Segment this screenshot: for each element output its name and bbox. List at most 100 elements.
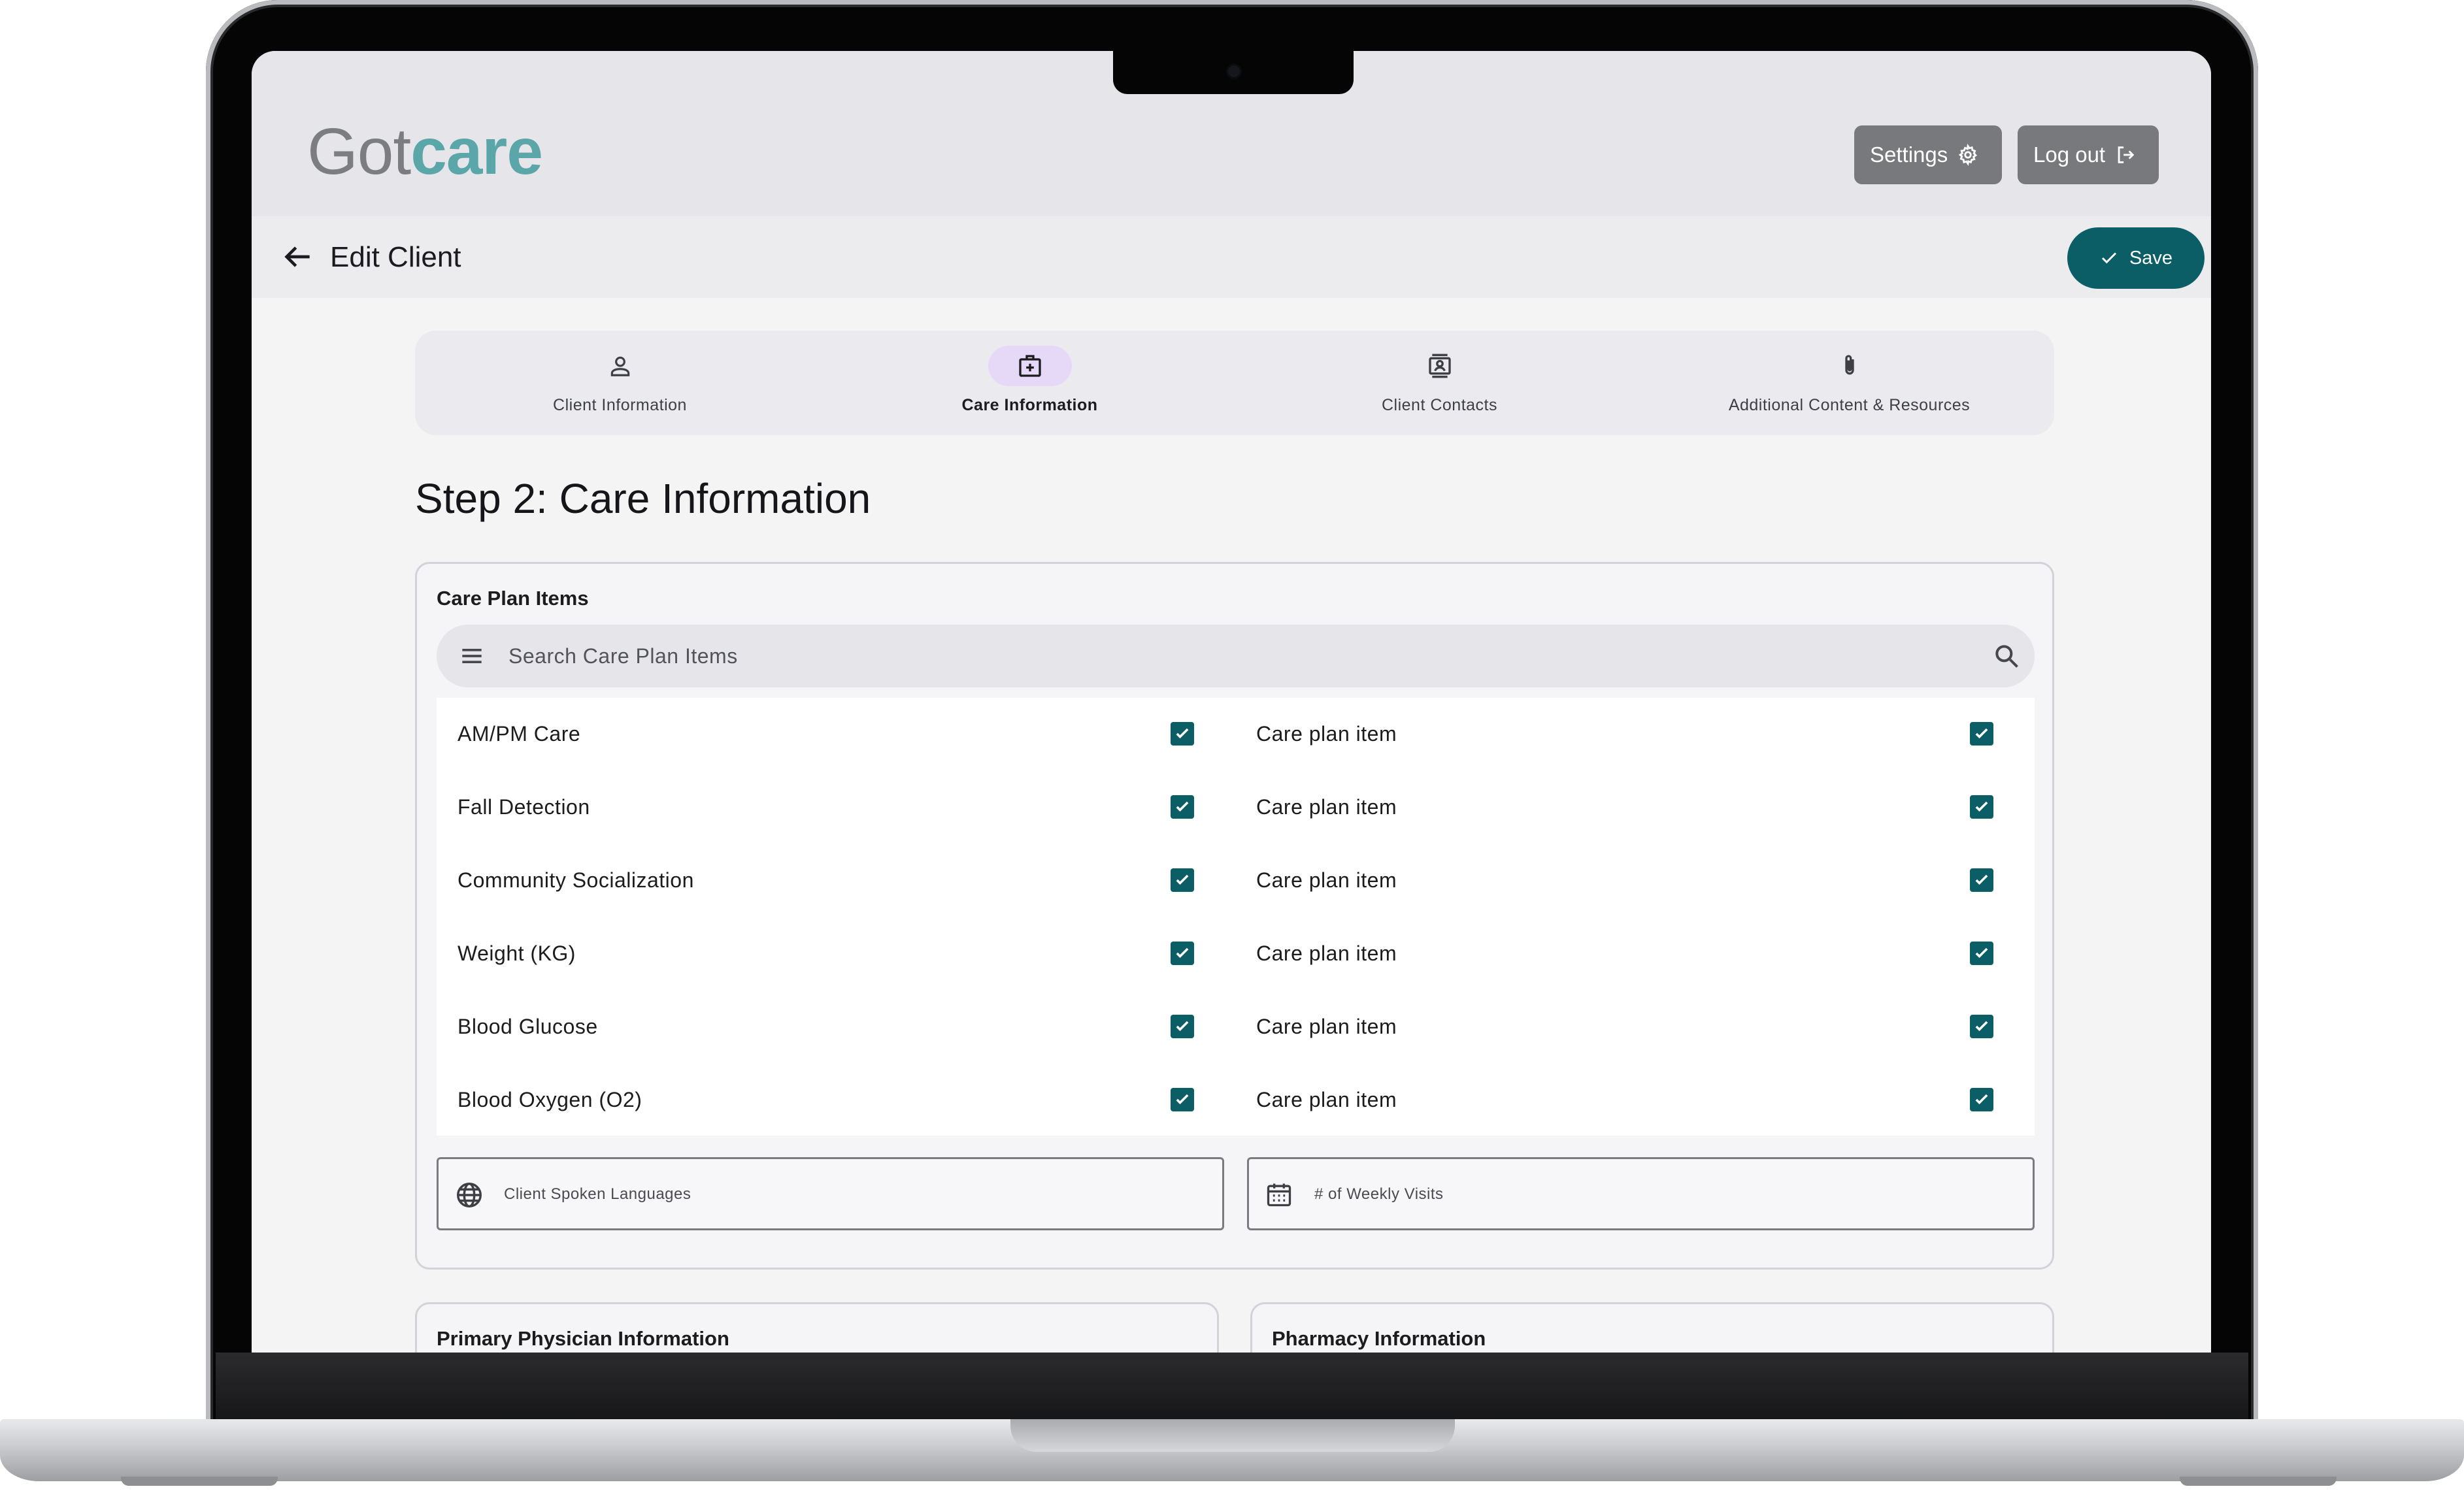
item-label: Care plan item bbox=[1256, 1087, 1397, 1111]
laptop-foot-left bbox=[121, 1477, 278, 1486]
checkbox-checked[interactable] bbox=[1171, 868, 1194, 892]
list-item: AM/PM Care bbox=[458, 711, 580, 757]
laptop-hinge bbox=[216, 1353, 2248, 1428]
tab-icon-container bbox=[1398, 346, 1482, 386]
weekly-visits-field[interactable]: # of Weekly Visits bbox=[1247, 1157, 2035, 1230]
globe-icon bbox=[457, 1183, 482, 1207]
check-icon bbox=[1975, 947, 1988, 959]
tab-label: Additional Content & Resources bbox=[1728, 396, 1971, 414]
checkbox-checked[interactable] bbox=[1171, 942, 1194, 965]
checkbox-checked[interactable] bbox=[1970, 795, 1993, 819]
check-icon bbox=[1176, 1094, 1189, 1105]
checkbox-checked[interactable] bbox=[1970, 942, 1993, 965]
item-label: Care plan item bbox=[1256, 795, 1397, 819]
check-icon bbox=[1975, 874, 1988, 885]
item-label: Weight (KG) bbox=[458, 941, 576, 965]
check-icon bbox=[1975, 1094, 1988, 1105]
logout-icon bbox=[2118, 146, 2135, 163]
list-item: Community Socialization bbox=[458, 857, 694, 903]
list-item: Care plan item bbox=[1256, 784, 1397, 830]
item-label: Care plan item bbox=[1256, 941, 1397, 965]
item-label: Care plan item bbox=[1256, 721, 1397, 746]
settings-label: Settings bbox=[1870, 142, 1948, 167]
menu-icon[interactable] bbox=[458, 642, 486, 670]
search-input[interactable] bbox=[508, 625, 1946, 687]
tab-icon-container bbox=[578, 346, 662, 386]
item-label: Fall Detection bbox=[458, 795, 590, 819]
medical-id-icon bbox=[1019, 355, 1041, 377]
spoken-languages-field[interactable]: Client Spoken Languages bbox=[437, 1157, 1224, 1230]
step-title: Step 2: Care Information bbox=[415, 475, 871, 522]
tab-label: Client Contacts bbox=[1381, 396, 1498, 414]
check-icon bbox=[1975, 728, 1988, 739]
check-icon bbox=[1975, 1021, 1988, 1032]
tab-client-information[interactable]: Client Information bbox=[415, 331, 825, 435]
tab-care-information[interactable]: Care Information bbox=[825, 331, 1235, 435]
app-screen: Gotcare Settings Log out Edit Client Sav… bbox=[252, 51, 2211, 1353]
pharmacy-card: Pharmacy Information bbox=[1250, 1302, 2054, 1353]
checkbox-checked[interactable] bbox=[1171, 1088, 1194, 1111]
check-icon bbox=[1176, 874, 1189, 885]
logout-button[interactable]: Log out bbox=[2018, 125, 2159, 184]
item-label: Community Socialization bbox=[458, 868, 694, 892]
tab-client-contacts[interactable]: Client Contacts bbox=[1235, 331, 1644, 435]
search-icon[interactable] bbox=[1992, 642, 2021, 670]
save-label: Save bbox=[2129, 247, 2173, 269]
tab-label: Client Information bbox=[553, 396, 687, 414]
tab-icon-container bbox=[988, 346, 1072, 386]
primary-physician-card: Primary Physician Information bbox=[415, 1302, 1219, 1353]
checkbox-checked[interactable] bbox=[1970, 1088, 1993, 1111]
care-plan-title: Care Plan Items bbox=[437, 587, 589, 610]
camera-notch bbox=[1113, 51, 1354, 94]
checkbox-checked[interactable] bbox=[1171, 795, 1194, 819]
list-item: Weight (KG) bbox=[458, 930, 576, 976]
tab-additional-content[interactable]: Additional Content & Resources bbox=[1644, 331, 2054, 435]
settings-button[interactable]: Settings bbox=[1854, 125, 2002, 184]
item-label: AM/PM Care bbox=[458, 721, 581, 746]
check-icon bbox=[1176, 728, 1189, 739]
check-icon bbox=[1176, 801, 1189, 812]
care-plan-search bbox=[437, 625, 2035, 687]
checkbox-checked[interactable] bbox=[1171, 1015, 1194, 1038]
check-icon bbox=[2101, 252, 2116, 264]
tab-icon-container bbox=[1808, 346, 1891, 386]
list-item: Care plan item bbox=[1256, 930, 1397, 976]
checkbox-checked[interactable] bbox=[1970, 1015, 1993, 1038]
field-label: # of Weekly Visits bbox=[1314, 1185, 1444, 1203]
step-tabs: Client Information Care Information Clie… bbox=[415, 331, 2054, 435]
checkbox-checked[interactable] bbox=[1970, 868, 1993, 892]
logout-label: Log out bbox=[2033, 142, 2106, 167]
list-item: Care plan item bbox=[1256, 857, 1397, 903]
list-item: Fall Detection bbox=[458, 784, 590, 830]
contacts-icon bbox=[1429, 353, 1451, 378]
checkbox-checked[interactable] bbox=[1970, 722, 1993, 746]
item-label: Blood Glucose bbox=[458, 1014, 598, 1038]
camera-icon bbox=[1228, 65, 1240, 77]
person-icon bbox=[610, 356, 630, 376]
checkbox-checked[interactable] bbox=[1171, 722, 1194, 746]
laptop-opening-notch bbox=[1010, 1419, 1455, 1452]
app-logo: Gotcare bbox=[307, 115, 543, 188]
list-item: Care plan item bbox=[1256, 711, 1397, 757]
pharmacy-title: Pharmacy Information bbox=[1272, 1327, 1486, 1350]
list-item: Blood Glucose bbox=[458, 1004, 598, 1049]
list-item: Blood Oxygen (O2) bbox=[458, 1077, 642, 1123]
paperclip-icon bbox=[1845, 355, 1854, 375]
page-title: Edit Client bbox=[330, 241, 461, 273]
item-label: Blood Oxygen (O2) bbox=[458, 1087, 642, 1111]
back-arrow-icon[interactable] bbox=[279, 238, 316, 275]
list-item: Care plan item bbox=[1256, 1077, 1397, 1123]
list-item: Care plan item bbox=[1256, 1004, 1397, 1049]
check-icon bbox=[1975, 801, 1988, 812]
check-icon bbox=[1176, 947, 1189, 959]
item-label: Care plan item bbox=[1256, 1014, 1397, 1038]
care-plan-card: Care Plan Items AM/PM Care Fall Detectio… bbox=[415, 562, 2054, 1270]
save-button[interactable]: Save bbox=[2067, 227, 2205, 289]
laptop-foot-right bbox=[2180, 1477, 2337, 1486]
page-toolbar: Edit Client Save bbox=[252, 216, 2211, 298]
field-label: Client Spoken Languages bbox=[504, 1185, 691, 1203]
calendar-icon bbox=[1267, 1183, 1291, 1207]
care-plan-items-list: AM/PM Care Fall Detection Community Soci… bbox=[437, 698, 2035, 1136]
tab-label: Care Information bbox=[961, 396, 1098, 414]
physician-title: Primary Physician Information bbox=[437, 1327, 729, 1350]
